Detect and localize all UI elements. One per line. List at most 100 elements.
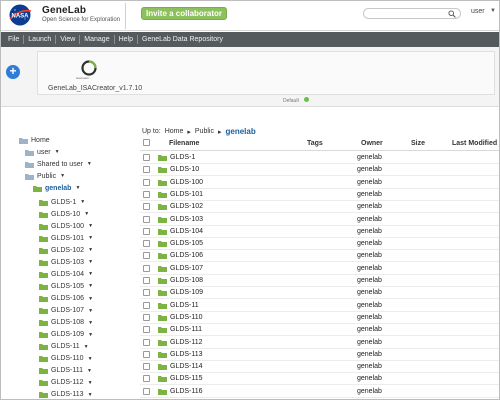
row-checkbox[interactable] xyxy=(143,154,150,161)
chevron-down-icon[interactable]: ▼ xyxy=(88,283,93,289)
row-checkbox[interactable] xyxy=(143,190,150,198)
row-filename[interactable]: GLDS-116 xyxy=(170,388,203,395)
row-checkbox[interactable] xyxy=(143,313,150,321)
row-filename[interactable]: GLDS-100 xyxy=(170,179,203,186)
tree-node[interactable]: GLDS-11 ▼ xyxy=(39,341,89,352)
table-row[interactable]: GLDS-105 genelab xyxy=(140,238,499,251)
row-checkbox[interactable] xyxy=(143,350,150,358)
tree-node[interactable]: Public ▼ xyxy=(25,171,65,182)
table-row[interactable]: GLDS-111 genelab xyxy=(140,324,499,337)
row-filename[interactable]: GLDS-102 xyxy=(170,203,203,210)
table-row[interactable]: GLDS-100 genelab xyxy=(140,177,499,189)
chevron-down-icon[interactable]: ▼ xyxy=(88,271,93,277)
row-filename[interactable]: GLDS-10 xyxy=(170,166,199,173)
nasa-logo-icon[interactable]: NASA xyxy=(7,4,33,26)
row-checkbox[interactable] xyxy=(143,264,150,272)
chevron-down-icon[interactable]: ▼ xyxy=(87,161,92,167)
row-filename[interactable]: GLDS-103 xyxy=(170,216,203,223)
chevron-down-icon[interactable]: ▼ xyxy=(88,223,93,229)
invite-collaborator-button[interactable]: Invite a collaborator xyxy=(141,7,228,20)
row-filename[interactable]: GLDS-101 xyxy=(170,191,203,198)
breadcrumb-public[interactable]: Public xyxy=(195,128,214,135)
tree-node[interactable]: genelab ▼ xyxy=(33,183,80,194)
table-row[interactable]: GLDS-115 genelab xyxy=(140,373,499,386)
table-row[interactable]: GLDS-110 genelab xyxy=(140,312,499,324)
chevron-down-icon[interactable]: ▼ xyxy=(84,344,89,350)
row-filename[interactable]: GLDS-107 xyxy=(170,265,203,272)
search-box[interactable] xyxy=(363,8,461,19)
menu-help[interactable]: Help xyxy=(116,32,136,47)
row-filename[interactable]: GLDS-114 xyxy=(170,363,203,370)
menu-launch[interactable]: Launch xyxy=(25,32,54,47)
search-icon[interactable] xyxy=(448,10,456,18)
tree-node[interactable]: GLDS-104 ▼ xyxy=(39,269,93,280)
tree-node[interactable]: GLDS-106 ▼ xyxy=(39,293,93,304)
row-checkbox[interactable] xyxy=(143,203,150,211)
menu-file[interactable]: File xyxy=(5,32,22,47)
chevron-down-icon[interactable]: ▼ xyxy=(88,308,93,314)
table-row[interactable]: GLDS-106 genelab xyxy=(140,250,499,263)
tree-node[interactable]: user ▼ xyxy=(25,147,60,158)
row-checkbox[interactable] xyxy=(143,301,150,309)
chevron-down-icon[interactable]: ▼ xyxy=(75,185,80,191)
row-filename[interactable]: GLDS-1 xyxy=(170,154,195,161)
chevron-down-icon[interactable]: ▼ xyxy=(88,380,93,386)
row-checkbox[interactable] xyxy=(143,166,150,174)
user-menu-label[interactable]: user xyxy=(471,8,485,15)
table-row[interactable]: GLDS-102 genelab xyxy=(140,201,499,214)
chevron-down-icon[interactable]: ▼ xyxy=(88,332,93,338)
tree-node[interactable]: GLDS-103 ▼ xyxy=(39,257,93,268)
row-filename[interactable]: GLDS-112 xyxy=(170,339,203,346)
column-owner[interactable]: Owner xyxy=(361,140,383,147)
brand[interactable]: GeneLab Open Science for Exploration xyxy=(42,5,120,23)
row-checkbox[interactable] xyxy=(143,387,150,395)
table-row[interactable]: GLDS-104 genelab xyxy=(140,226,499,238)
menu-genelab-data-repository[interactable]: GeneLab Data Repository xyxy=(139,32,226,47)
chevron-down-icon[interactable]: ▼ xyxy=(80,199,85,205)
row-filename[interactable]: GLDS-11 xyxy=(170,302,199,309)
chevron-down-icon[interactable]: ▼ xyxy=(88,235,93,241)
select-all-checkbox[interactable] xyxy=(143,139,150,146)
tree-node[interactable]: GLDS-108 ▼ xyxy=(39,317,93,328)
row-filename[interactable]: GLDS-109 xyxy=(170,289,203,296)
table-row[interactable]: GLDS-10 genelab xyxy=(140,164,499,177)
isacreator-app-icon[interactable] xyxy=(81,60,97,76)
table-row[interactable]: GLDS-107 genelab xyxy=(140,263,499,275)
row-filename[interactable]: GLDS-113 xyxy=(170,351,203,358)
chevron-down-icon[interactable]: ▼ xyxy=(88,392,93,398)
chevron-down-icon[interactable]: ▼ xyxy=(88,296,93,302)
tree-node[interactable]: GLDS-10 ▼ xyxy=(39,209,89,220)
app-tile-isacreator[interactable]: isacreator GeneLab_ISACreator_v1.7.10 xyxy=(37,51,495,95)
row-filename[interactable]: GLDS-115 xyxy=(170,375,203,382)
chevron-down-icon[interactable]: ▼ xyxy=(60,173,65,179)
chevron-down-icon[interactable]: ▼ xyxy=(84,211,89,217)
table-row[interactable]: GLDS-116 genelab xyxy=(140,386,499,398)
column-filename[interactable]: Filename xyxy=(169,140,199,147)
chevron-down-icon[interactable]: ▼ xyxy=(88,320,93,326)
column-tags[interactable]: Tags xyxy=(307,140,323,147)
row-filename[interactable]: GLDS-104 xyxy=(170,228,203,235)
row-filename[interactable]: GLDS-105 xyxy=(170,240,203,247)
add-app-button[interactable]: + xyxy=(6,65,20,79)
chevron-down-icon[interactable]: ▼ xyxy=(88,356,93,362)
tree-node[interactable]: Shared to user ▼ xyxy=(25,159,92,170)
tree-node[interactable]: GLDS-110 ▼ xyxy=(39,353,93,364)
tree-node[interactable]: GLDS-101 ▼ xyxy=(39,233,93,244)
tree-node[interactable]: GLDS-1 ▼ xyxy=(39,197,85,208)
tree-node[interactable]: GLDS-100 ▼ xyxy=(39,221,93,232)
chevron-down-icon[interactable]: ▼ xyxy=(87,368,92,374)
menu-manage[interactable]: Manage xyxy=(81,32,112,47)
tree-node[interactable]: GLDS-112 ▼ xyxy=(39,377,93,388)
tree-node[interactable]: GLDS-105 ▼ xyxy=(39,281,93,292)
tree-node[interactable]: GLDS-111 ▼ xyxy=(39,365,92,376)
menu-view[interactable]: View xyxy=(57,32,78,47)
chevron-down-icon[interactable]: ▼ xyxy=(88,259,93,265)
row-filename[interactable]: GLDS-106 xyxy=(170,252,203,259)
tree-node[interactable]: GLDS-109 ▼ xyxy=(39,329,93,340)
tree-node[interactable]: Home xyxy=(19,135,50,146)
table-row[interactable]: GLDS-113 genelab xyxy=(140,349,499,361)
row-checkbox[interactable] xyxy=(143,215,150,223)
table-row[interactable]: GLDS-114 genelab xyxy=(140,361,499,374)
row-filename[interactable]: GLDS-111 xyxy=(170,326,202,333)
table-row[interactable]: GLDS-112 genelab xyxy=(140,337,499,349)
